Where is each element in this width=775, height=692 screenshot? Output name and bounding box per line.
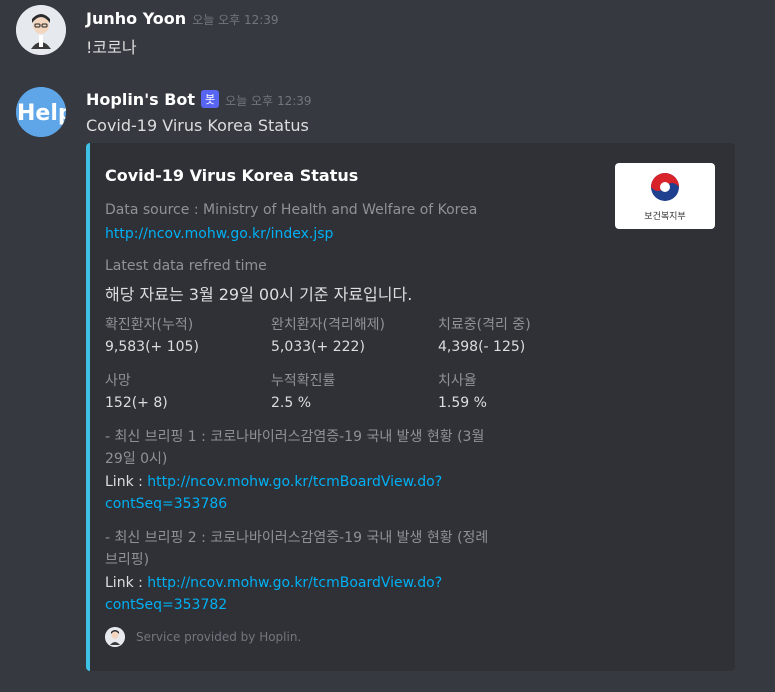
field-value-deaths: 152(+ 8)	[105, 395, 168, 411]
status-embed: Covid-19 Virus Korea Status 보건복지부 Data s…	[86, 143, 735, 671]
field-name-confirmed: 확진환자(누적)	[105, 317, 194, 333]
message-author[interactable]: Junho Yoon 오늘 오후 12:39	[86, 9, 279, 28]
message-content: !코로나	[86, 38, 137, 57]
svg-text:Help: Help	[17, 101, 66, 126]
briefing-1-link[interactable]: http://ncov.mohw.go.kr/tcmBoardView.do?	[147, 474, 442, 490]
field-value-fatality-rate: 1.59 %	[438, 395, 487, 411]
bot-badge: 봇	[201, 90, 220, 108]
briefing-2-link-row: Link : http://ncov.mohw.go.kr/tcmBoardVi…	[105, 575, 442, 591]
source-label: Data source : Ministry of Health and Wel…	[105, 202, 478, 218]
source-link[interactable]: http://ncov.mohw.go.kr/index.jsp	[105, 226, 333, 242]
embed-footer: Service provided by Hoplin.	[136, 630, 302, 644]
briefing-2-title-line2: 브리핑)	[105, 552, 150, 568]
footer-avatar-icon	[105, 627, 125, 647]
thumbnail-label: 보건복지부	[644, 212, 686, 222]
message-timestamp: 오늘 오후 12:39	[192, 13, 279, 27]
embed-thumbnail[interactable]: 보건복지부	[615, 163, 715, 229]
field-value-confirmed: 9,583(+ 105)	[105, 339, 199, 355]
field-name-confirm-rate: 누적확진률	[271, 373, 336, 389]
link-prefix: Link :	[105, 474, 148, 490]
message-author[interactable]: Hoplin's Bot 봇 오늘 오후 12:39	[86, 90, 312, 109]
briefing-2-title-line1: - 최신 브리핑 2 : 코로나바이러스감염증-19 국내 발생 현황 (정례	[105, 530, 489, 546]
message-content: Covid-19 Virus Korea Status	[86, 116, 309, 135]
briefing-2-link-cont[interactable]: contSeq=353782	[105, 597, 227, 613]
refresh-label: Latest data refred time	[105, 258, 267, 274]
author-name[interactable]: Junho Yoon	[86, 9, 186, 28]
briefing-2-link[interactable]: http://ncov.mohw.go.kr/tcmBoardView.do?	[147, 575, 442, 591]
briefing-1-title-line1: - 최신 브리핑 1 : 코로나바이러스감염증-19 국내 발생 현황 (3월	[105, 429, 485, 445]
field-name-recovered: 완치환자(격리해제)	[271, 317, 385, 333]
bot-avatar[interactable]: Help	[16, 87, 66, 137]
message-timestamp: 오늘 오후 12:39	[225, 94, 312, 108]
field-value-in-treatment: 4,398(- 125)	[438, 339, 526, 355]
field-value-recovered: 5,033(+ 222)	[271, 339, 365, 355]
briefing-1-title-line2: 29일 0시)	[105, 451, 168, 467]
field-value-confirm-rate: 2.5 %	[271, 395, 312, 411]
field-name-fatality-rate: 치사율	[438, 373, 477, 389]
user-avatar[interactable]	[16, 5, 66, 55]
embed-title: Covid-19 Virus Korea Status	[105, 166, 359, 185]
refresh-value: 해당 자료는 3월 29일 00시 기준 자료입니다.	[105, 285, 413, 304]
author-name[interactable]: Hoplin's Bot	[86, 90, 195, 109]
briefing-1-link-cont[interactable]: contSeq=353786	[105, 496, 227, 512]
briefing-1-link-row: Link : http://ncov.mohw.go.kr/tcmBoardVi…	[105, 474, 442, 490]
field-name-deaths: 사망	[105, 373, 131, 389]
field-name-in-treatment: 치료중(격리 중)	[438, 317, 531, 333]
link-prefix: Link :	[105, 575, 148, 591]
